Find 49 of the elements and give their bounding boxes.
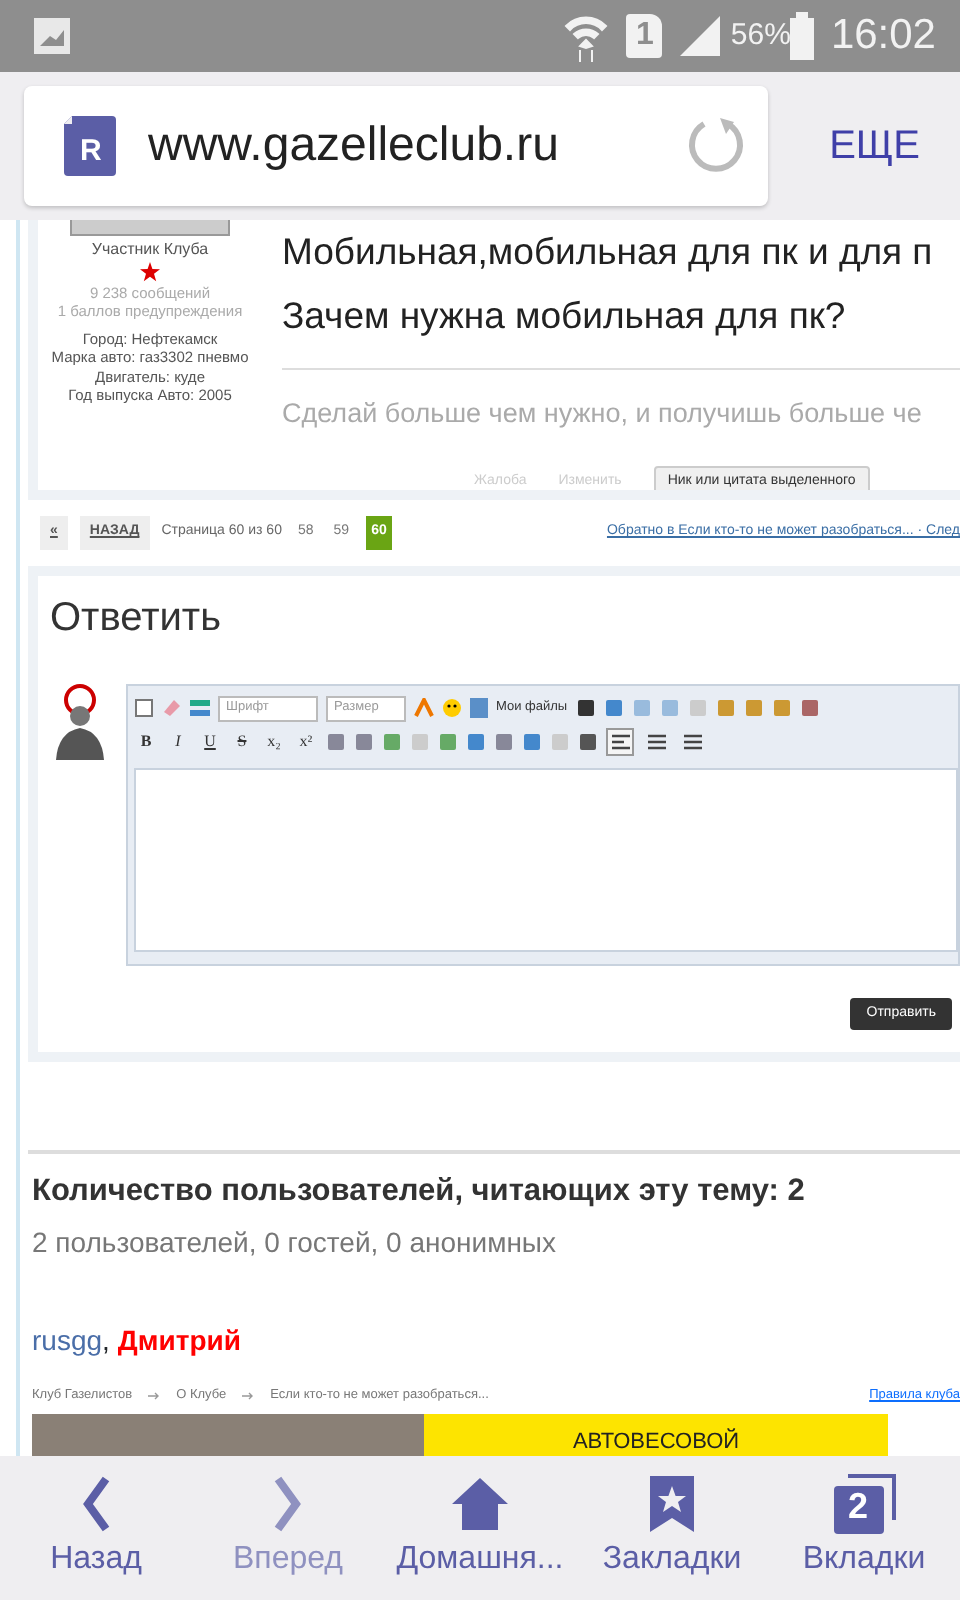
align-lines-icon [647, 734, 665, 750]
address-field[interactable]: R www.gazelleclub.ru [24, 86, 768, 206]
tabs-icon [832, 1472, 896, 1536]
ad-text: АВТОВЕСОВОЙ [572, 1426, 740, 1456]
site-logo-icon: R [64, 116, 116, 176]
eraser-icon[interactable] [162, 698, 182, 718]
user-link[interactable]: rusgg [32, 1320, 103, 1363]
align-lines-icon [611, 734, 629, 750]
align-button[interactable] [606, 728, 634, 756]
readers-heading: Количество пользователей, читающих эту тему: 2 [32, 1173, 807, 1211]
separator-text: , [102, 1322, 110, 1361]
message-field[interactable] [134, 767, 958, 951]
avatar-silhouette-icon [50, 683, 110, 759]
back-button[interactable]: Назад [4, 1472, 188, 1584]
tab-count: 2 [848, 1484, 869, 1530]
reply-heading: Ответить [50, 593, 223, 643]
arrow-icon [148, 1391, 161, 1400]
format-button[interactable]: B [134, 730, 158, 754]
format-button[interactable]: x² [294, 730, 318, 754]
reload-icon[interactable] [684, 114, 748, 178]
format-button[interactable]: S [230, 730, 254, 754]
signal-icon [678, 14, 723, 58]
user-title: Участник Клуба [89, 240, 211, 260]
format-button[interactable]: U [198, 730, 222, 754]
post-text: Зачем нужна мобильная для пк? [282, 292, 848, 340]
post-text: Мобильная,мобильная для пк и для п [282, 228, 935, 276]
forward-icon [274, 1476, 302, 1532]
clock: 16:02 [830, 10, 936, 63]
smiley-icon[interactable] [442, 698, 462, 718]
color-bar-icon[interactable] [190, 698, 210, 718]
user-link[interactable]: Дмитрий [117, 1320, 241, 1363]
battery-percent: 56% [730, 15, 791, 56]
align-lines-icon [683, 734, 701, 750]
arrow-icon [242, 1391, 255, 1400]
back-icon [82, 1476, 110, 1532]
home-icon [448, 1472, 512, 1536]
format-button[interactable]: x₂ [262, 730, 286, 754]
url-text: www.gazelleclub.ru [148, 116, 561, 176]
sim-card-icon: 1 [626, 14, 663, 58]
format-button[interactable]: I [166, 730, 190, 754]
home-button[interactable]: Домашня... [388, 1472, 572, 1584]
battery-icon [790, 12, 815, 60]
document-icon [470, 698, 488, 718]
bookmarks-button[interactable]: Закладки [580, 1472, 764, 1584]
star-icon [140, 262, 160, 282]
tabs-button[interactable]: 2 Вкладки [772, 1472, 956, 1584]
signature-text: Сделай больше чем нужно, и получишь больше че [282, 368, 960, 435]
menu-button[interactable]: ЕЩЕ [829, 116, 920, 176]
readers-summary: 2 пользователей, 0 гостей, 0 анонимных [32, 1224, 558, 1263]
